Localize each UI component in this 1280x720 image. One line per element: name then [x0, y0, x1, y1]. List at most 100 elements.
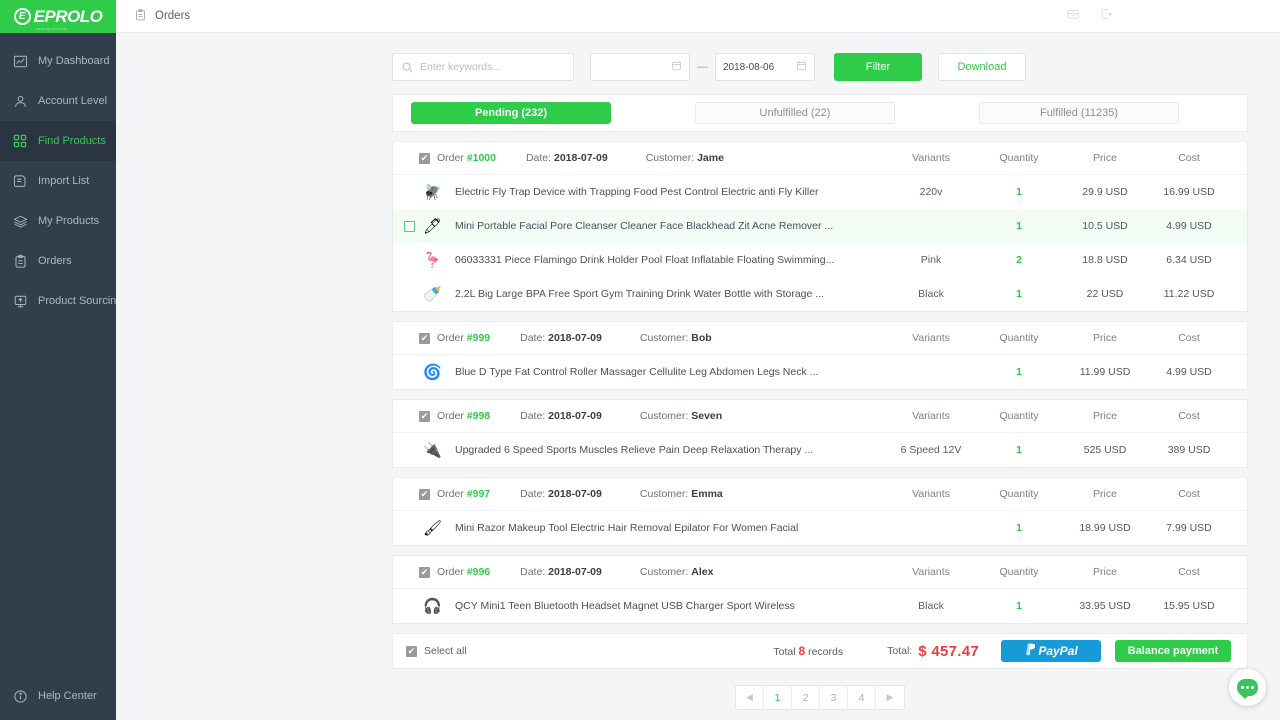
- pagination-page-2[interactable]: 2: [792, 686, 820, 709]
- product-thumbnail: 🦩: [421, 249, 444, 272]
- search-input[interactable]: [420, 61, 565, 73]
- search-icon: [401, 61, 414, 74]
- order-item-row[interactable]: 🪰 Electric Fly Trap Device with Trapping…: [393, 175, 1247, 209]
- product-variant: Black: [887, 600, 975, 612]
- order-item-row[interactable]: 🔌 Upgraded 6 Speed Sports Muscles Reliev…: [393, 433, 1247, 467]
- tab-fulfilled[interactable]: Fulfilled (11235): [979, 102, 1179, 124]
- tab-unfulfilled[interactable]: Unfulfilled (22): [695, 102, 895, 124]
- product-price: 525 USD: [1063, 444, 1147, 456]
- sidebar-item-import-list[interactable]: Import List: [0, 161, 116, 201]
- pagination-page-1[interactable]: 1: [764, 686, 792, 709]
- date-from-input[interactable]: [590, 53, 690, 81]
- content: — 2018-08-06 Filter Download Pending (23…: [116, 33, 1280, 710]
- order-id-value: #1000: [467, 152, 496, 164]
- app-root: E EPROLO www.eprolo.com My Dashboard: [0, 0, 1280, 720]
- order-header: ✔ Order #997 Date: 2018-07-09 Customer: …: [393, 478, 1247, 511]
- sidebar-item-help-center[interactable]: Help Center: [0, 686, 116, 706]
- product-title: Mini Razor Makeup Tool Electric Hair Rem…: [455, 522, 887, 534]
- product-price: 29.9 USD: [1063, 186, 1147, 198]
- order-checkbox[interactable]: ✔: [419, 489, 430, 500]
- order-date-value: 2018-07-09: [548, 410, 602, 422]
- date-to-input[interactable]: 2018-08-06: [715, 53, 815, 81]
- column-headers: Variants Quantity Price Cost: [887, 566, 1231, 578]
- order-header: ✔ Order #996 Date: 2018-07-09 Customer: …: [393, 556, 1247, 589]
- order-checkbox[interactable]: ✔: [419, 153, 430, 164]
- select-all-control[interactable]: ✔ Select all: [406, 645, 467, 657]
- order-date: Date: 2018-07-09: [520, 488, 602, 500]
- filter-button[interactable]: Filter: [834, 53, 922, 81]
- order-id: Order #996: [437, 566, 490, 578]
- paypal-button[interactable]: PayPal: [1001, 640, 1101, 662]
- row-checkbox[interactable]: [404, 221, 415, 232]
- tab-pending[interactable]: Pending (232): [411, 102, 611, 124]
- sidebar-item-label: Import List: [38, 175, 89, 187]
- column-header-variants: Variants: [887, 488, 975, 500]
- order-header: ✔ Order #999 Date: 2018-07-09 Customer: …: [393, 322, 1247, 355]
- order-checkbox[interactable]: ✔: [419, 333, 430, 344]
- page-title-label: Orders: [155, 10, 190, 22]
- paypal-label: PayPal: [1038, 644, 1077, 658]
- column-header-variants: Variants: [887, 332, 975, 344]
- order-item-row[interactable]: 🖌 Mini Razor Makeup Tool Electric Hair R…: [393, 511, 1247, 545]
- order-id-value: #997: [467, 488, 490, 500]
- pagination-next[interactable]: ▶: [876, 686, 904, 709]
- order-card: ✔ Order #1000 Date: 2018-07-09 Customer:…: [392, 141, 1248, 312]
- sidebar-item-label: My Products: [38, 215, 99, 227]
- order-checkbox[interactable]: ✔: [419, 411, 430, 422]
- wallet-icon[interactable]: [1066, 7, 1080, 26]
- product-quantity: 2: [975, 254, 1063, 266]
- order-id: Order #997: [437, 488, 490, 500]
- logout-icon[interactable]: [1100, 7, 1114, 26]
- sidebar-item-orders[interactable]: Orders: [0, 241, 116, 281]
- sidebar-item-my-dashboard[interactable]: My Dashboard: [0, 41, 116, 81]
- brand-logo[interactable]: E EPROLO www.eprolo.com: [0, 0, 116, 33]
- order-date-value: 2018-07-09: [548, 332, 602, 344]
- sidebar-item-find-products[interactable]: Find Products: [0, 121, 116, 161]
- main-area: Orders: [116, 0, 1280, 720]
- pagination-page-3[interactable]: 3: [820, 686, 848, 709]
- download-button[interactable]: Download: [938, 53, 1026, 81]
- order-item-row[interactable]: 🍼 2.2L Big Large BPA Free Sport Gym Trai…: [393, 277, 1247, 311]
- order-id-value: #998: [467, 410, 490, 422]
- product-quantity: 1: [975, 220, 1063, 232]
- order-item-row[interactable]: 🎧 QCY Mini1 Teen Bluetooth Headset Magne…: [393, 589, 1247, 623]
- help-center-label: Help Center: [38, 690, 97, 702]
- order-card: ✔ Order #999 Date: 2018-07-09 Customer: …: [392, 321, 1248, 390]
- chat-widget-button[interactable]: [1229, 669, 1266, 706]
- order-date: Date: 2018-07-09: [520, 410, 602, 422]
- column-headers: Variants Quantity Price Cost: [887, 332, 1231, 344]
- date-to-value: 2018-08-06: [723, 62, 774, 73]
- sidebar-item-my-products[interactable]: My Products: [0, 201, 116, 241]
- sidebar-item-account-level[interactable]: Account Level: [0, 81, 116, 121]
- brand-logo-text: EPROLO: [34, 7, 103, 27]
- select-all-checkbox[interactable]: ✔: [406, 646, 417, 657]
- product-title: QCY Mini1 Teen Bluetooth Headset Magnet …: [455, 600, 887, 612]
- column-header-variants: Variants: [887, 410, 975, 422]
- order-id-value: #996: [467, 566, 490, 578]
- order-date-value: 2018-07-09: [548, 566, 602, 578]
- product-thumbnail: 🖌: [421, 517, 444, 540]
- pagination-prev[interactable]: ◀: [736, 686, 764, 709]
- sidebar-nav: My Dashboard Account Level Find Pro: [0, 33, 116, 321]
- column-header-price: Price: [1063, 566, 1147, 578]
- balance-payment-button[interactable]: Balance payment: [1115, 640, 1231, 662]
- total-value: $ 457.47: [918, 643, 979, 660]
- order-header: ✔ Order #1000 Date: 2018-07-09 Customer:…: [393, 142, 1247, 175]
- column-header-quantity: Quantity: [975, 410, 1063, 422]
- order-item-row[interactable]: 🖊 Mini Portable Facial Pore Cleanser Cle…: [393, 209, 1247, 243]
- order-item-row[interactable]: 🦩 06033331 Piece Flamingo Drink Holder P…: [393, 243, 1247, 277]
- order-customer-value: Bob: [691, 332, 711, 344]
- column-headers: Variants Quantity Price Cost: [887, 488, 1231, 500]
- order-checkbox[interactable]: ✔: [419, 567, 430, 578]
- select-all-label: Select all: [424, 645, 467, 657]
- product-cost: 4.99 USD: [1147, 366, 1231, 378]
- sidebar-item-product-sourcing[interactable]: Product Sourcing: [0, 281, 116, 321]
- product-variant: 6 Speed 12V: [887, 444, 975, 456]
- column-header-cost: Cost: [1147, 410, 1231, 422]
- product-thumbnail: 🌀: [421, 361, 444, 384]
- order-customer-value: Jame: [697, 152, 724, 164]
- search-box[interactable]: [392, 53, 574, 81]
- order-item-row[interactable]: 🌀 Blue D Type Fat Control Roller Massage…: [393, 355, 1247, 389]
- clipboard-icon: [10, 251, 30, 271]
- pagination-page-4[interactable]: 4: [848, 686, 876, 709]
